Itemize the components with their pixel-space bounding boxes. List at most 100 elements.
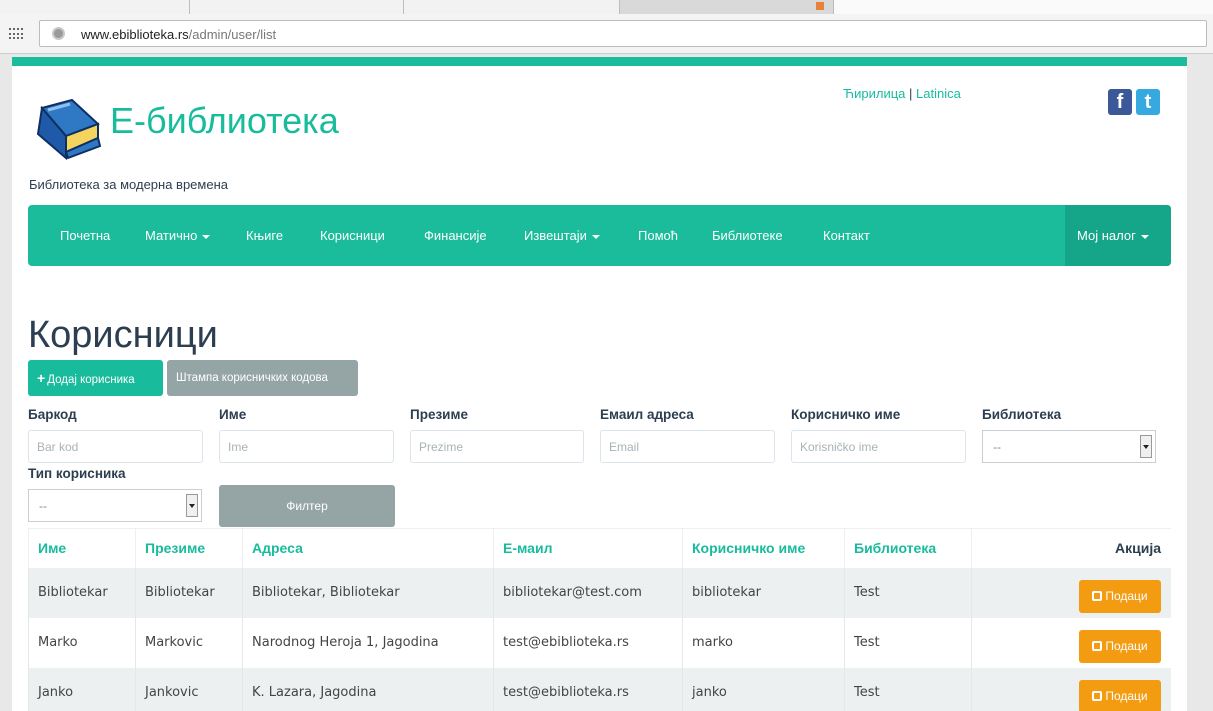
cell-first-name: Bibliotekar [28, 567, 136, 618]
lang-cyrillic-link[interactable]: Ћирилица [843, 86, 905, 101]
cell-last-name: Bibliotekar [135, 567, 243, 618]
barcode-input[interactable] [28, 430, 203, 463]
tab-favicon-icon [816, 2, 824, 10]
cell-last-name: Markovic [135, 617, 243, 668]
edit-icon [1092, 690, 1103, 701]
username-input[interactable] [791, 430, 966, 463]
table-row: Marko Markovic Narodnog Heroja 1, Jagodi… [28, 617, 1171, 668]
edit-icon [1092, 640, 1103, 651]
cell-first-name: Janko [28, 667, 136, 711]
last-name-input[interactable] [410, 430, 584, 463]
column-header-username[interactable]: Корисничко име [682, 528, 845, 568]
cell-library: Test [844, 567, 972, 618]
column-header-library[interactable]: Библиотека [844, 528, 972, 568]
column-header-last-name[interactable]: Презиме [135, 528, 243, 568]
column-header-first-name[interactable]: Име [28, 528, 136, 568]
user-details-button[interactable]: Подаци [1079, 679, 1161, 711]
browser-tab-active[interactable] [404, 0, 824, 14]
nav-item-help[interactable]: Помоћ [638, 228, 678, 243]
main-navbar: Почетна Матично Књиге Корисници Финансиј… [28, 205, 1171, 266]
browser-tab-strip [0, 0, 1213, 14]
email-input[interactable] [600, 430, 775, 463]
cell-library: Test [844, 617, 972, 668]
caret-down-icon [591, 234, 600, 239]
book-logo-icon[interactable] [32, 94, 106, 160]
details-label: Подаци [1105, 638, 1148, 653]
last-name-label: Презиме [410, 407, 468, 422]
site-brand[interactable]: Е-библиотека [110, 100, 339, 142]
cell-username: janko [682, 667, 845, 711]
user-details-button[interactable]: Подаци [1079, 579, 1161, 613]
nav-item-contact[interactable]: Контакт [823, 228, 870, 243]
url-domain: www.ebiblioteka.rs [81, 27, 189, 42]
users-table: Име Презиме Адреса Е-маил Корисничко име… [28, 528, 1171, 711]
lang-separator: | [909, 86, 913, 101]
nav-my-account[interactable]: Мој налог [1065, 205, 1171, 266]
language-switch: Ћирилица | Latinica [843, 86, 961, 101]
first-name-input[interactable] [219, 430, 394, 463]
cell-address: Narodnog Heroja 1, Jagodina [242, 617, 494, 668]
page: Е-библиотека Библиотека за модерна време… [12, 57, 1187, 711]
email-label: Емаил адреса [600, 407, 694, 422]
chevron-down-icon [186, 494, 198, 517]
cell-last-name: Jankovic [135, 667, 243, 711]
details-label: Подаци [1105, 588, 1148, 603]
column-header-email[interactable]: Е-маил [493, 528, 683, 568]
facebook-icon[interactable]: f [1108, 89, 1132, 115]
url-path: /admin/user/list [188, 27, 277, 42]
browser-search-box[interactable] [833, 0, 1213, 14]
first-name-label: Име [219, 407, 247, 422]
cell-action: Подаци [971, 567, 1171, 618]
nav-item-label: Матично [145, 228, 198, 243]
browser-address-bar: www.ebiblioteka.rs/admin/user/list [0, 14, 1213, 54]
cell-action: Подаци [971, 617, 1171, 668]
user-type-select-value: -- [39, 499, 47, 513]
nav-item-finance[interactable]: Финансије [424, 228, 487, 243]
globe-icon [52, 27, 65, 40]
cell-email: test@ebiblioteka.rs [493, 617, 683, 668]
filter-button[interactable]: Филтер [219, 485, 395, 527]
table-header-row: Име Презиме Адреса Е-маил Корисничко име… [28, 528, 1171, 568]
cell-address: K. Lazara, Jagodina [242, 667, 494, 711]
caret-down-icon [1140, 234, 1149, 239]
add-user-button[interactable]: + Додај корисника [28, 360, 163, 396]
apps-grid-icon[interactable] [9, 28, 23, 40]
cell-first-name: Marko [28, 617, 136, 668]
cell-library: Test [844, 667, 972, 711]
table-row: Bibliotekar Bibliotekar Bibliotekar, Bib… [28, 567, 1171, 618]
table-row: Janko Jankovic K. Lazara, Jagodina test@… [28, 667, 1171, 711]
user-type-label: Тип корисника [28, 466, 126, 481]
site-tagline: Библиотека за модерна времена [29, 177, 228, 192]
nav-item-reports[interactable]: Извештаји [524, 228, 600, 243]
account-label: Мој налог [1077, 228, 1136, 243]
library-select[interactable]: -- [982, 430, 1156, 463]
add-user-label: Додај корисника [47, 374, 135, 386]
cell-username: marko [682, 617, 845, 668]
nav-item-label: Извештаји [524, 228, 587, 243]
library-label: Библиотека [982, 407, 1062, 422]
cell-username: bibliotekar [682, 567, 845, 618]
print-user-codes-button[interactable]: Штампа корисничких кодова [167, 360, 358, 396]
user-details-button[interactable]: Подаци [1079, 629, 1161, 663]
twitter-icon[interactable]: t [1136, 89, 1160, 115]
details-label: Подаци [1105, 688, 1148, 703]
user-type-select[interactable]: -- [28, 489, 202, 522]
edit-icon [1092, 590, 1103, 601]
page-title: Корисници [28, 314, 218, 356]
cell-action: Подаци [971, 667, 1171, 711]
url-input[interactable]: www.ebiblioteka.rs/admin/user/list [39, 20, 1207, 47]
cell-email: test@ebiblioteka.rs [493, 667, 683, 711]
browser-tab[interactable] [190, 0, 404, 14]
lang-latin-link[interactable]: Latinica [916, 86, 961, 101]
browser-tab[interactable] [0, 0, 190, 14]
nav-item-libraries[interactable]: Библиотеке [712, 228, 783, 243]
column-header-address[interactable]: Адреса [242, 528, 494, 568]
nav-item-books[interactable]: Књиге [246, 228, 283, 243]
barcode-label: Баркод [28, 407, 77, 422]
nav-item-users[interactable]: Корисници [320, 228, 385, 243]
nav-item-registry[interactable]: Матично [145, 228, 211, 243]
cell-address: Bibliotekar, Bibliotekar [242, 567, 494, 618]
nav-item-home[interactable]: Почетна [60, 228, 110, 243]
column-header-action: Акција [971, 528, 1171, 568]
url-text: www.ebiblioteka.rs/admin/user/list [81, 27, 276, 42]
